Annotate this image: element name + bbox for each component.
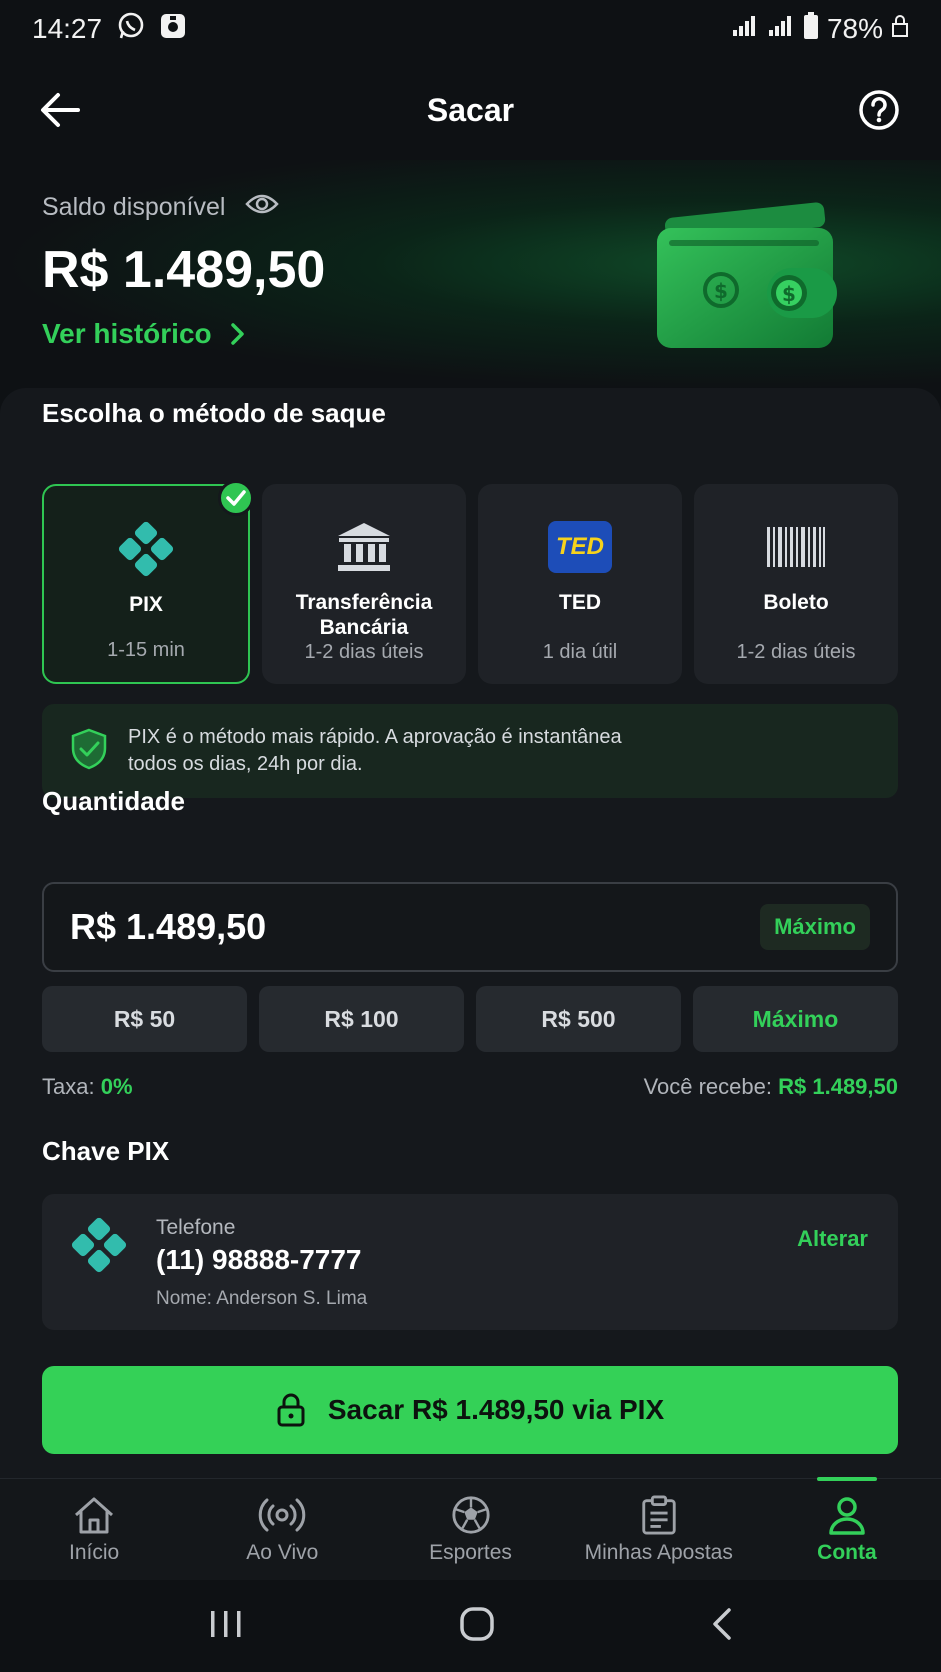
check-icon	[218, 480, 254, 516]
ted-icon: TED	[548, 516, 612, 578]
svg-text:$: $	[714, 279, 728, 303]
system-nav-bar	[0, 1580, 941, 1672]
eye-icon[interactable]	[245, 192, 280, 223]
pix-key-number: (11) 98888-7777	[156, 1244, 362, 1275]
method-name: Boleto	[763, 591, 829, 614]
recent-apps-button[interactable]	[208, 1609, 244, 1644]
pix-icon	[115, 518, 177, 580]
method-name: PIX	[129, 593, 163, 616]
pix-key-owner: Nome: Anderson S. Lima	[156, 1288, 368, 1309]
pix-key-title: Chave PIX	[42, 1136, 170, 1166]
signal-icon	[731, 13, 759, 45]
chevron-right-icon	[230, 323, 244, 345]
bank-icon	[335, 516, 393, 578]
history-link-label: Ver histórico	[42, 318, 212, 349]
page-title: Sacar	[426, 91, 515, 128]
pix-key-card: Telefone (11) 98888-7777 Nome: Anderson …	[42, 1194, 898, 1330]
help-button[interactable]	[857, 88, 901, 132]
receive-value: R$ 1.489,50	[778, 1074, 898, 1099]
nav-home[interactable]: Início	[0, 1479, 188, 1580]
fee-label: Taxa:	[42, 1074, 95, 1099]
shield-check-icon	[70, 728, 108, 775]
balance-label: Saldo disponível	[42, 193, 226, 221]
ted-logo-text: TED	[556, 533, 604, 560]
method-name: Transferência Bancária	[295, 591, 433, 639]
arrow-left-icon	[41, 93, 80, 127]
soccer-ball-icon	[451, 1496, 490, 1534]
app-header: Sacar	[0, 70, 941, 150]
nav-label: Minhas Apostas	[584, 1541, 733, 1564]
svg-text:$: $	[782, 282, 796, 306]
lock-icon	[891, 13, 909, 45]
method-boleto[interactable]: Boleto 1-2 dias úteis	[694, 484, 898, 684]
help-icon	[859, 90, 899, 130]
signal-icon-2	[767, 13, 795, 45]
pix-icon	[68, 1214, 130, 1281]
balance-value: R$ 1.489,50	[42, 241, 326, 299]
nav-label: Conta	[817, 1541, 877, 1564]
method-bank-transfer[interactable]: Transferência Bancária 1-2 dias úteis	[262, 484, 466, 684]
bottom-nav: Início Ao Vivo Esportes Minhas Apostas C…	[0, 1478, 941, 1580]
method-time: 1 dia útil	[542, 641, 618, 663]
method-time: 1-2 dias úteis	[736, 641, 856, 663]
app-notification-icon	[160, 13, 186, 46]
amount-title: Quantidade	[42, 786, 186, 816]
receive-info: Você recebe: R$ 1.489,50	[644, 1074, 898, 1100]
method-time: 1-2 dias úteis	[304, 641, 424, 663]
method-list: PIX 1-15 min Transferência Bancária 1-2 …	[42, 480, 898, 684]
quick-amount-50[interactable]: R$ 50	[42, 986, 247, 1052]
fee-value: 0%	[100, 1074, 133, 1099]
nav-label: Esportes	[429, 1541, 512, 1564]
withdraw-button[interactable]: Sacar R$ 1.489,50 via PIX	[42, 1366, 898, 1454]
home-button[interactable]	[459, 1606, 495, 1647]
status-bar: 14:27 78%	[0, 0, 941, 58]
nav-label: Início	[69, 1541, 120, 1564]
change-pix-key-button[interactable]: Alterar	[797, 1226, 868, 1252]
battery-level: 78%	[826, 13, 883, 44]
withdraw-panel: Escolha o método de saque PIX 1-15 min T…	[0, 388, 941, 1488]
quick-amounts: R$ 50 R$ 100 R$ 500 Máximo	[42, 986, 898, 1052]
methods-title: Escolha o método de saque	[42, 398, 386, 428]
lock-icon	[277, 1393, 305, 1427]
fee-row: Taxa: 0% Você recebe: R$ 1.489,50	[42, 1074, 898, 1100]
receive-label: Você recebe:	[643, 1074, 772, 1099]
nav-my-bets[interactable]: Minhas Apostas	[565, 1479, 753, 1580]
method-name: TED	[559, 591, 601, 614]
clock: 14:27	[32, 13, 103, 44]
clipboard-icon	[642, 1495, 676, 1535]
nav-sports[interactable]: Esportes	[376, 1479, 564, 1580]
history-link[interactable]: Ver histórico	[42, 318, 246, 350]
battery-icon	[803, 11, 819, 47]
method-ted[interactable]: TED TED 1 dia útil	[478, 484, 682, 684]
fee-info: Taxa: 0%	[42, 1074, 133, 1100]
back-button[interactable]	[38, 90, 82, 130]
method-time: 1-15 min	[107, 639, 185, 661]
withdraw-button-label: Sacar R$ 1.489,50 via PIX	[327, 1394, 665, 1425]
user-icon	[829, 1497, 865, 1535]
whatsapp-icon	[116, 11, 146, 48]
nav-live[interactable]: Ao Vivo	[188, 1479, 376, 1580]
max-amount-chip[interactable]: Máximo	[760, 904, 870, 950]
amount-value: R$ 1.489,50	[70, 906, 267, 947]
nav-account[interactable]: Conta	[753, 1479, 941, 1580]
balance-hero: Saldo disponível R$ 1.489,50 Ver históri…	[0, 160, 941, 390]
quick-amount-500[interactable]: R$ 500	[476, 986, 681, 1052]
nav-label: Ao Vivo	[246, 1541, 319, 1564]
amount-input[interactable]: R$ 1.489,50 Máximo	[42, 882, 898, 972]
method-pix[interactable]: PIX 1-15 min	[42, 480, 254, 684]
pix-key-type: Telefone	[156, 1216, 236, 1239]
pix-info-text: PIX é o método mais rápido. A aprovação …	[128, 726, 622, 775]
barcode-icon	[767, 516, 825, 578]
wallet-icon: $ $	[651, 180, 851, 350]
balance-label-row: Saldo disponível	[42, 192, 280, 223]
quick-amount-max[interactable]: Máximo	[693, 986, 898, 1052]
home-icon	[75, 1497, 114, 1534]
system-back-button[interactable]	[710, 1606, 734, 1647]
live-icon	[259, 1498, 306, 1532]
quick-amount-100[interactable]: R$ 100	[259, 986, 464, 1052]
pix-info-box: PIX é o método mais rápido. A aprovação …	[42, 704, 898, 798]
